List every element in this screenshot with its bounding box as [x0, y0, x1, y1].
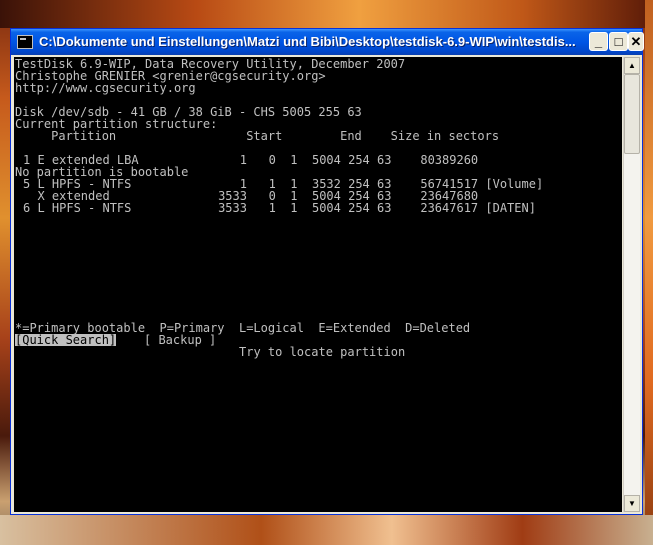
scroll-down-icon[interactable]: ▼ — [624, 495, 640, 512]
header-line-3: http://www.cgsecurity.org — [15, 81, 196, 95]
title-bar[interactable]: C:\Dokumente und Einstellungen\Matzi und… — [11, 29, 644, 55]
partition-row[interactable]: 6 L HPFS - NTFS 3533 1 1 5004 254 63 236… — [23, 202, 536, 214]
close-button[interactable]: ✕ — [628, 32, 644, 51]
column-headers: Partition Start End Size in sectors — [15, 129, 500, 143]
desktop-background-right — [645, 0, 653, 545]
scroll-up-icon[interactable]: ▲ — [624, 57, 640, 74]
vertical-scrollbar[interactable]: ▲ ▼ — [623, 57, 640, 512]
maximize-button[interactable]: □ — [609, 32, 628, 51]
desktop-background — [0, 0, 653, 28]
window-title: C:\Dokumente und Einstellungen\Matzi und… — [39, 34, 576, 49]
backup-button[interactable]: [ Backup ] — [144, 334, 216, 346]
console-output[interactable]: TestDisk 6.9-WIP, Data Recovery Utility,… — [14, 57, 622, 512]
desktop-background-bottom — [0, 515, 653, 545]
menu-hint: Try to locate partition — [239, 345, 406, 359]
scroll-thumb[interactable] — [624, 74, 640, 154]
quick-search-button[interactable]: [Quick Search] — [15, 334, 117, 346]
console-window: C:\Dokumente und Einstellungen\Matzi und… — [10, 28, 644, 515]
console-icon[interactable] — [17, 35, 33, 49]
minimize-button[interactable]: _ — [589, 32, 608, 51]
